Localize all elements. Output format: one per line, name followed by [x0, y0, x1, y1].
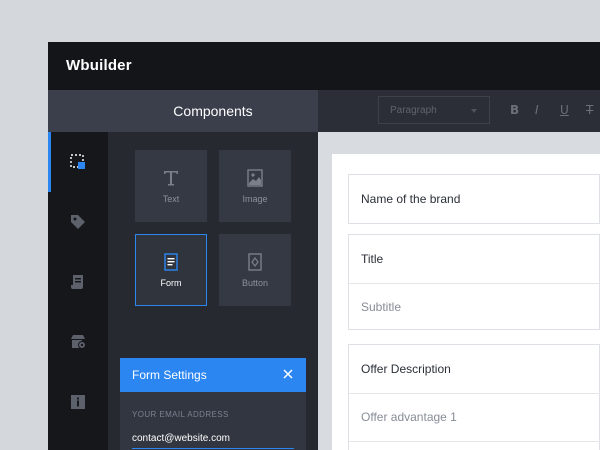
- strikethrough-button[interactable]: T: [586, 103, 593, 117]
- component-tile-image[interactable]: Image: [219, 150, 291, 222]
- brand-name: Name of the brand: [361, 192, 460, 206]
- titlebar: Wbuilder: [48, 42, 600, 90]
- format-toolbar: Paragraph B I U T: [318, 90, 600, 132]
- paragraph-select[interactable]: Paragraph: [378, 96, 490, 124]
- offer-block[interactable]: Offer Description Offer advantage 1: [348, 344, 600, 450]
- title-text: Title: [361, 252, 383, 266]
- italic-button[interactable]: I: [535, 103, 539, 117]
- icon-rail: [48, 132, 108, 450]
- form-settings-panel: Form Settings YOUR EMAIL ADDRESS: [120, 358, 306, 450]
- form-settings-title: Form Settings: [132, 368, 207, 382]
- bold-button[interactable]: B: [510, 103, 519, 117]
- close-icon[interactable]: [280, 366, 296, 382]
- paragraph-select-value: Paragraph: [390, 105, 437, 116]
- rail-item-pages[interactable]: [48, 252, 108, 312]
- brand-block[interactable]: Name of the brand: [348, 174, 600, 224]
- form-settings-header: Form Settings: [120, 358, 306, 392]
- tile-label: Form: [161, 278, 182, 288]
- title-block[interactable]: Title Subtitle: [348, 234, 600, 330]
- divider: [349, 441, 600, 442]
- components-panel: Text Image Form Button: [108, 132, 318, 450]
- selection-icon: [69, 153, 87, 171]
- rail-item-tags[interactable]: [48, 192, 108, 252]
- component-tile-button[interactable]: Button: [219, 234, 291, 306]
- editor-canvas: Name of the brand Title Subtitle Offer D…: [318, 132, 600, 450]
- subtitle-text: Subtitle: [361, 300, 401, 314]
- form-icon: [161, 252, 181, 272]
- components-header: Components: [48, 90, 318, 132]
- components-title: Components: [108, 103, 318, 119]
- text-icon: [161, 168, 181, 188]
- email-label: YOUR EMAIL ADDRESS: [132, 410, 229, 419]
- scroll-icon: [69, 273, 87, 291]
- underline-button[interactable]: U: [560, 103, 569, 117]
- button-icon: [245, 252, 265, 272]
- component-tile-text[interactable]: Text: [135, 150, 207, 222]
- rail-item-components[interactable]: [48, 132, 108, 192]
- offer-advantage: Offer advantage 1: [361, 410, 457, 424]
- tag-icon: [69, 213, 87, 231]
- divider: [349, 283, 600, 284]
- info-icon: [69, 393, 87, 411]
- app-window: Wbuilder Components: [48, 42, 600, 450]
- divider: [349, 393, 600, 394]
- chevron-down-icon: [471, 109, 477, 113]
- tile-label: Text: [163, 194, 180, 204]
- offer-description: Offer Description: [361, 362, 451, 376]
- page-preview: Name of the brand Title Subtitle Offer D…: [332, 154, 600, 450]
- tile-label: Image: [242, 194, 267, 204]
- image-icon: [245, 168, 265, 188]
- rail-item-store[interactable]: [48, 312, 108, 372]
- store-location-icon: [69, 333, 87, 351]
- tile-label: Button: [242, 278, 268, 288]
- email-field[interactable]: [132, 428, 294, 449]
- app-title: Wbuilder: [66, 57, 132, 74]
- component-tile-form[interactable]: Form: [135, 234, 207, 306]
- rail-item-info[interactable]: [48, 372, 108, 432]
